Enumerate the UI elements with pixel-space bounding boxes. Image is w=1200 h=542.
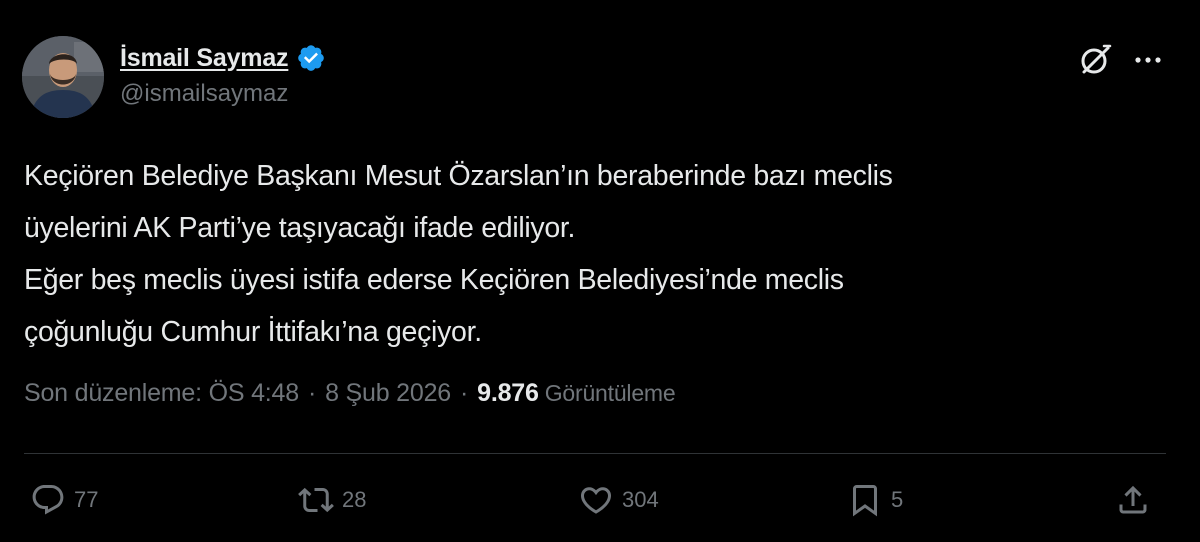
author-handle[interactable]: @ismailsaymaz <box>120 80 288 108</box>
author-name-row: İsmail Saymaz <box>120 40 326 76</box>
bookmark-icon <box>847 482 883 518</box>
grok-icon[interactable] <box>1077 42 1113 78</box>
share-icon <box>1115 482 1151 518</box>
tweet-text-line: çoğunluğu Cumhur İttifakı’na geçiyor. <box>24 316 482 348</box>
bookmark-button[interactable]: 5 <box>847 478 903 522</box>
tweet-text-line: Eğer beş meclis üyesi istifa ederse Keçi… <box>24 264 844 296</box>
bookmark-count: 5 <box>891 487 904 512</box>
share-button[interactable] <box>1115 478 1151 522</box>
retweet-count: 28 <box>342 487 367 512</box>
views-count: 9.876 <box>477 378 539 407</box>
reply-icon <box>30 482 66 518</box>
reply-button[interactable]: 77 <box>30 478 98 522</box>
retweet-icon <box>298 482 334 518</box>
like-button[interactable]: 304 <box>578 478 659 522</box>
edited-timestamp[interactable]: Son düzenleme: ÖS 4:48 <box>24 379 299 408</box>
author-display-name[interactable]: İsmail Saymaz <box>120 44 289 73</box>
tweet-text: Keçiören Belediye Başkanı Mesut Özarslan… <box>24 150 1174 358</box>
reply-count: 77 <box>74 487 99 512</box>
retweet-button[interactable]: 28 <box>298 478 366 522</box>
meta-separator: · <box>460 378 469 407</box>
tweet-meta: Son düzenleme: ÖS 4:48 · 8 Şub 2026 · 9.… <box>24 373 676 413</box>
post-date[interactable]: 8 Şub 2026 <box>325 379 451 408</box>
meta-separator: · <box>307 378 317 407</box>
verified-badge-icon <box>296 43 326 73</box>
tweet-text-line: üyelerini AK Parti’ye taşıyacağı ifade e… <box>24 212 576 244</box>
tweet-card: İsmail Saymaz @ismailsaymaz Keçiören Bel… <box>0 0 1200 542</box>
more-icon[interactable] <box>1128 42 1168 78</box>
tweet-text-line: Keçiören Belediye Başkanı Mesut Özarslan… <box>24 160 893 192</box>
divider <box>24 453 1166 454</box>
views-label: Görüntüleme <box>544 379 676 406</box>
like-count: 304 <box>622 487 659 512</box>
heart-icon <box>578 482 614 518</box>
avatar[interactable] <box>22 36 104 118</box>
